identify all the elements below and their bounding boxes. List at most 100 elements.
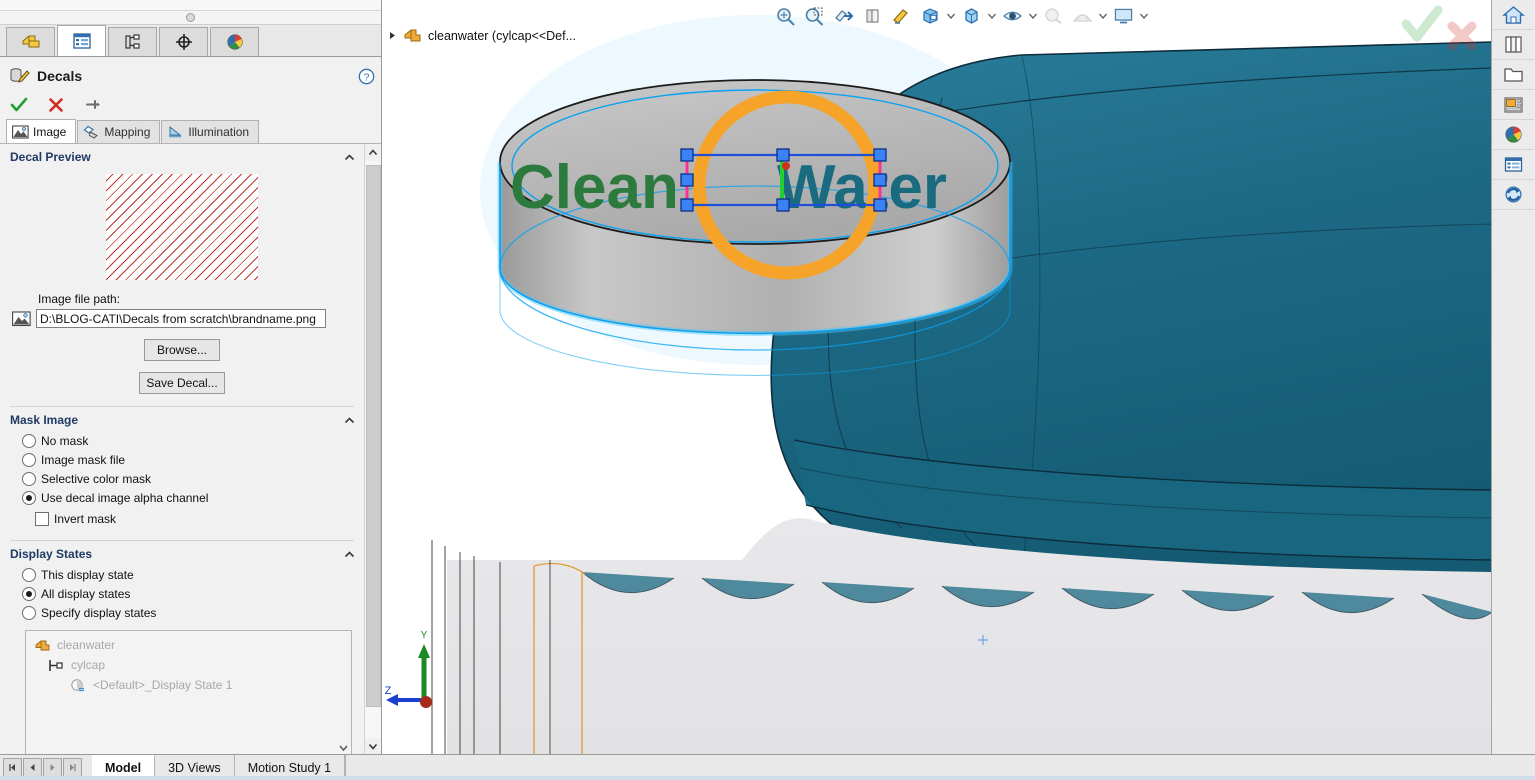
decal-preview-title: Decal Preview <box>10 150 343 164</box>
part-link-icon <box>48 658 65 673</box>
configuration-manager-icon <box>122 32 144 52</box>
pin-icon <box>84 97 102 113</box>
viewport-layout-icon[interactable] <box>1110 4 1136 28</box>
image-icon <box>12 125 29 139</box>
mask-option-no-mask[interactable]: No mask <box>0 431 364 450</box>
viewport-layout-dropdown-caret[interactable] <box>1139 5 1148 27</box>
tree-item-display-state[interactable]: <Default>_Display State 1 <box>26 675 351 695</box>
display-state-option-specify[interactable]: Specify display states <box>0 603 364 622</box>
help-icon[interactable]: ? <box>358 68 375 85</box>
hide-show-dropdown-caret[interactable] <box>987 5 996 27</box>
task-pane-custom-properties[interactable] <box>1493 150 1534 180</box>
display-states-group-header[interactable]: Display States <box>0 541 364 565</box>
chevron-up-icon <box>368 148 378 157</box>
mask-option-use-decal-alpha-channel[interactable]: Use decal image alpha channel <box>0 488 364 507</box>
keep-visible-button[interactable] <box>84 96 102 114</box>
view-settings-dropdown-caret[interactable] <box>1028 5 1037 27</box>
model-render: Clean Water <box>382 0 1492 755</box>
tab-mapping[interactable]: Mapping <box>77 120 160 143</box>
tree-item-assembly[interactable]: cleanwater <box>26 635 351 655</box>
tab-image[interactable]: Image <box>6 119 76 143</box>
display-states-tree[interactable]: cleanwater cylcap <box>25 630 352 755</box>
display-style-dropdown-caret[interactable] <box>946 5 955 27</box>
chevron-up-icon[interactable] <box>343 151 356 164</box>
display-manager-color-wheel-icon <box>224 32 246 52</box>
mask-option-image-mask-file[interactable]: Image mask file <box>0 450 364 469</box>
manager-tab-configuration-manager[interactable] <box>108 27 157 56</box>
browse-button[interactable]: Browse... <box>144 339 220 361</box>
scene-dropdown-caret[interactable] <box>1098 5 1107 27</box>
display-style-icon[interactable] <box>917 4 943 28</box>
tab-image-label: Image <box>33 125 66 139</box>
scroll-down-button[interactable] <box>365 738 381 755</box>
property-manager-icon <box>71 31 93 51</box>
chevron-up-icon[interactable] <box>343 548 356 561</box>
tree-scroll-down-button[interactable] <box>336 741 350 755</box>
cancel-button[interactable] <box>47 96 65 114</box>
prev-arrow-icon <box>28 763 37 772</box>
breadcrumb[interactable]: cleanwater (cylcap<<Def... <box>388 27 576 44</box>
zoom-to-area-icon[interactable] <box>801 4 827 28</box>
section-view-icon[interactable] <box>830 4 856 28</box>
apply-scene-icon[interactable] <box>1040 4 1066 28</box>
manager-tab-feature-tree[interactable] <box>6 27 55 56</box>
invert-mask-row[interactable]: Invert mask <box>0 507 364 530</box>
manager-tab-property-manager[interactable] <box>57 25 106 56</box>
next-tab-button[interactable] <box>43 758 62 777</box>
chevron-down-icon <box>1029 13 1037 19</box>
image-file-icon <box>12 311 31 327</box>
hide-show-items-icon[interactable] <box>958 4 984 28</box>
confirm-corner[interactable] <box>1390 2 1480 54</box>
view-orientation-icon[interactable] <box>859 4 885 28</box>
chevron-up-icon[interactable] <box>343 414 356 427</box>
chevron-down-icon <box>368 742 378 751</box>
feature-tree-icon <box>20 32 42 52</box>
display-state-option-this[interactable]: This display state <box>0 565 364 584</box>
svg-text:?: ? <box>364 72 370 83</box>
property-manager-scrollbar[interactable] <box>364 144 381 755</box>
previous-view-icon <box>862 6 883 26</box>
task-pane-solidworks-resources[interactable] <box>1493 0 1534 30</box>
folder-icon <box>1502 64 1525 85</box>
manager-tab-dimxpert[interactable] <box>159 27 208 56</box>
task-pane-pdm-sync[interactable] <box>1493 180 1534 210</box>
view-orientation-cube-icon[interactable] <box>1069 4 1095 28</box>
mask-option-selective-color-mask[interactable]: Selective color mask <box>0 469 364 488</box>
view-settings-icon[interactable] <box>999 4 1025 28</box>
radio-icon-selected <box>22 491 36 505</box>
last-tab-button[interactable] <box>63 758 82 777</box>
image-file-path-input[interactable] <box>36 309 326 328</box>
display-state-option-all[interactable]: All display states <box>0 584 364 603</box>
task-pane-view-palette[interactable] <box>1493 90 1534 120</box>
zoom-to-fit-icon[interactable] <box>772 4 798 28</box>
design-library-icon <box>1502 34 1525 55</box>
save-decal-button[interactable]: Save Decal... <box>139 372 224 394</box>
tree-item-part[interactable]: cylcap <box>26 655 351 675</box>
mask-image-group-header[interactable]: Mask Image <box>0 407 364 431</box>
graphics-viewport[interactable]: Clean Water <box>382 0 1492 755</box>
panel-splitter-grip[interactable] <box>0 11 381 25</box>
prev-tab-button[interactable] <box>23 758 42 777</box>
first-tab-button[interactable] <box>3 758 22 777</box>
manager-tab-display-manager[interactable] <box>210 27 259 56</box>
task-pane-appearances-scenes[interactable] <box>1493 120 1534 150</box>
scrollbar-track[interactable] <box>365 161 381 738</box>
tab-illumination[interactable]: Illumination <box>161 120 259 143</box>
radio-icon <box>22 453 36 467</box>
task-pane-design-library[interactable] <box>1493 30 1534 60</box>
decal-text-right: Water <box>777 153 947 222</box>
display-state-option-label: This display state <box>41 568 134 582</box>
ok-button[interactable] <box>10 96 28 114</box>
eye-icon <box>1002 6 1023 26</box>
scrollbar-thumb[interactable] <box>366 165 381 707</box>
chevron-down-icon <box>947 13 955 19</box>
invert-mask-label: Invert mask <box>54 512 116 526</box>
decal-preview-group-header[interactable]: Decal Preview <box>0 144 364 168</box>
task-pane <box>1491 0 1535 755</box>
task-pane-file-explorer[interactable] <box>1493 60 1534 90</box>
edit-appearance-icon[interactable] <box>888 4 914 28</box>
home-icon <box>1502 4 1525 25</box>
image-file-path-label: Image file path: <box>38 292 364 306</box>
scroll-up-button[interactable] <box>365 144 381 161</box>
expand-arrow-icon[interactable] <box>388 31 397 40</box>
